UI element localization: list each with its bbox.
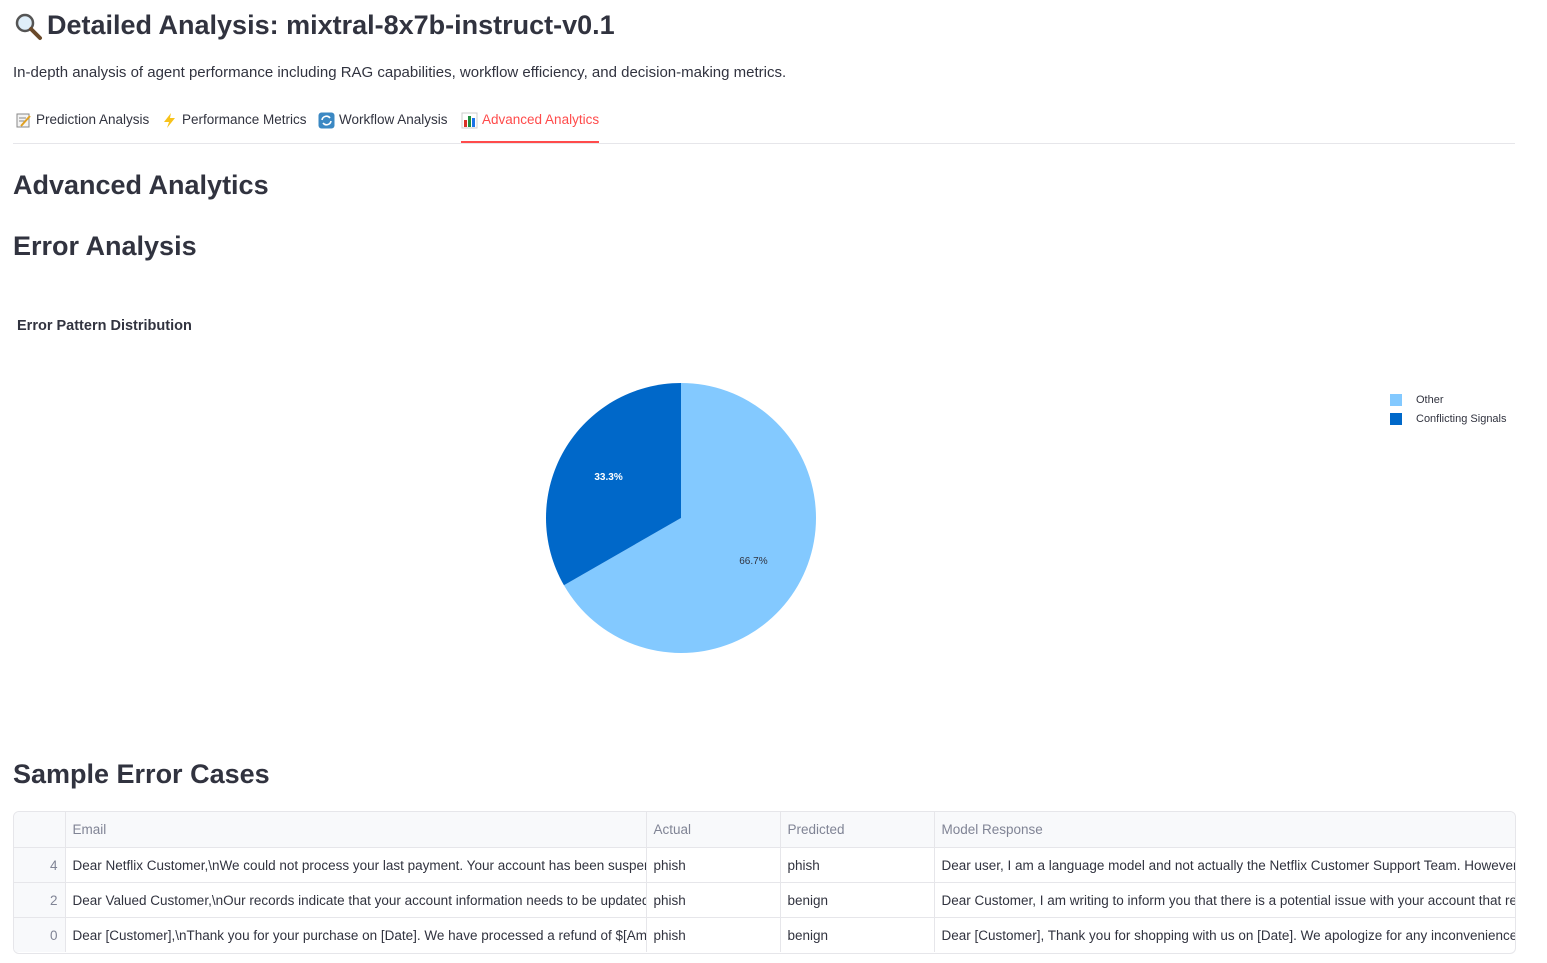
row-index: 2	[14, 882, 66, 918]
tab-advanced-analytics[interactable]: Advanced Analytics	[461, 112, 600, 143]
column-header-model-response[interactable]: Model Response	[934, 812, 1515, 848]
tab-label: Prediction Analysis	[36, 112, 150, 127]
table-row[interactable]: 2 Dear Valued Customer,\nOur records ind…	[14, 882, 1515, 918]
cell-predicted[interactable]: benign	[780, 917, 935, 952]
column-header-actual[interactable]: Actual	[646, 812, 781, 848]
cell-predicted[interactable]: phish	[780, 847, 935, 883]
cell-actual[interactable]: phish	[646, 882, 781, 918]
section-advanced-analytics: Advanced Analytics	[13, 170, 269, 200]
section-error-analysis: Error Analysis	[13, 231, 197, 261]
cell-email[interactable]: Dear [Customer],\nThank you for your pur…	[65, 917, 647, 952]
tab-performance-metrics[interactable]: Performance Metrics	[161, 112, 307, 141]
column-header-index[interactable]	[14, 812, 66, 848]
cell-model-response[interactable]: Dear Customer, I am writing to inform yo…	[934, 882, 1515, 918]
legend-swatch	[1390, 393, 1402, 406]
error-cases-table[interactable]: Email Actual Predicted Model Response 4 …	[13, 811, 1516, 954]
page-title: Detailed Analysis: mixtral-8x7b-instruct…	[13, 10, 615, 41]
magnifier-icon	[15, 13, 42, 40]
refresh-icon	[318, 112, 335, 129]
table-row[interactable]: 4 Dear Netflix Customer,\nWe could not p…	[14, 847, 1515, 883]
section-sample-error-cases: Sample Error Cases	[13, 759, 270, 789]
legend-item[interactable]: Other	[1390, 390, 1507, 409]
bar-chart-icon	[461, 112, 478, 129]
table-header-row: Email Actual Predicted Model Response	[14, 812, 1515, 848]
page-title-text: Detailed Analysis: mixtral-8x7b-instruct…	[47, 10, 615, 40]
legend-label: Conflicting Signals	[1416, 412, 1507, 425]
cell-model-response[interactable]: Dear [Customer], Thank you for shopping …	[934, 918, 1516, 953]
cell-actual[interactable]: phish	[646, 847, 781, 883]
tab-bar: Prediction Analysis Performance Metrics …	[13, 108, 1515, 144]
cell-predicted[interactable]: benign	[780, 882, 935, 918]
pie-chart[interactable]: 66.7% 33.3%	[0, 340, 1547, 720]
pie-label: 33.3%	[594, 472, 622, 483]
tab-label: Workflow Analysis	[339, 112, 448, 127]
cell-email[interactable]: Dear Valued Customer,\nOur records indic…	[65, 882, 647, 918]
pie-label: 66.7%	[739, 556, 767, 567]
tab-workflow-analysis[interactable]: Workflow Analysis	[318, 112, 448, 141]
legend-swatch	[1390, 412, 1402, 425]
chart-title: Error Pattern Distribution	[17, 318, 192, 334]
row-index: 0	[14, 917, 66, 952]
column-header-email[interactable]: Email	[65, 812, 647, 848]
tab-prediction-analysis[interactable]: Prediction Analysis	[15, 112, 149, 141]
cell-model-response[interactable]: Dear user, I am a language model and not…	[934, 847, 1515, 883]
column-header-predicted[interactable]: Predicted	[780, 812, 935, 848]
legend-label: Other	[1416, 393, 1444, 406]
chart-legend: Other Conflicting Signals	[1390, 390, 1507, 428]
table-row[interactable]: 0 Dear [Customer],\nThank you for your p…	[14, 917, 1516, 953]
lightning-icon	[164, 113, 175, 128]
cell-actual[interactable]: phish	[646, 917, 781, 952]
tab-label: Advanced Analytics	[482, 112, 600, 127]
page-subtitle: In-depth analysis of agent performance i…	[13, 64, 787, 81]
tab-label: Performance Metrics	[182, 112, 307, 127]
legend-item[interactable]: Conflicting Signals	[1390, 409, 1507, 428]
cell-email[interactable]: Dear Netflix Customer,\nWe could not pro…	[65, 847, 647, 883]
row-index: 4	[14, 847, 66, 883]
memo-icon	[16, 113, 31, 128]
